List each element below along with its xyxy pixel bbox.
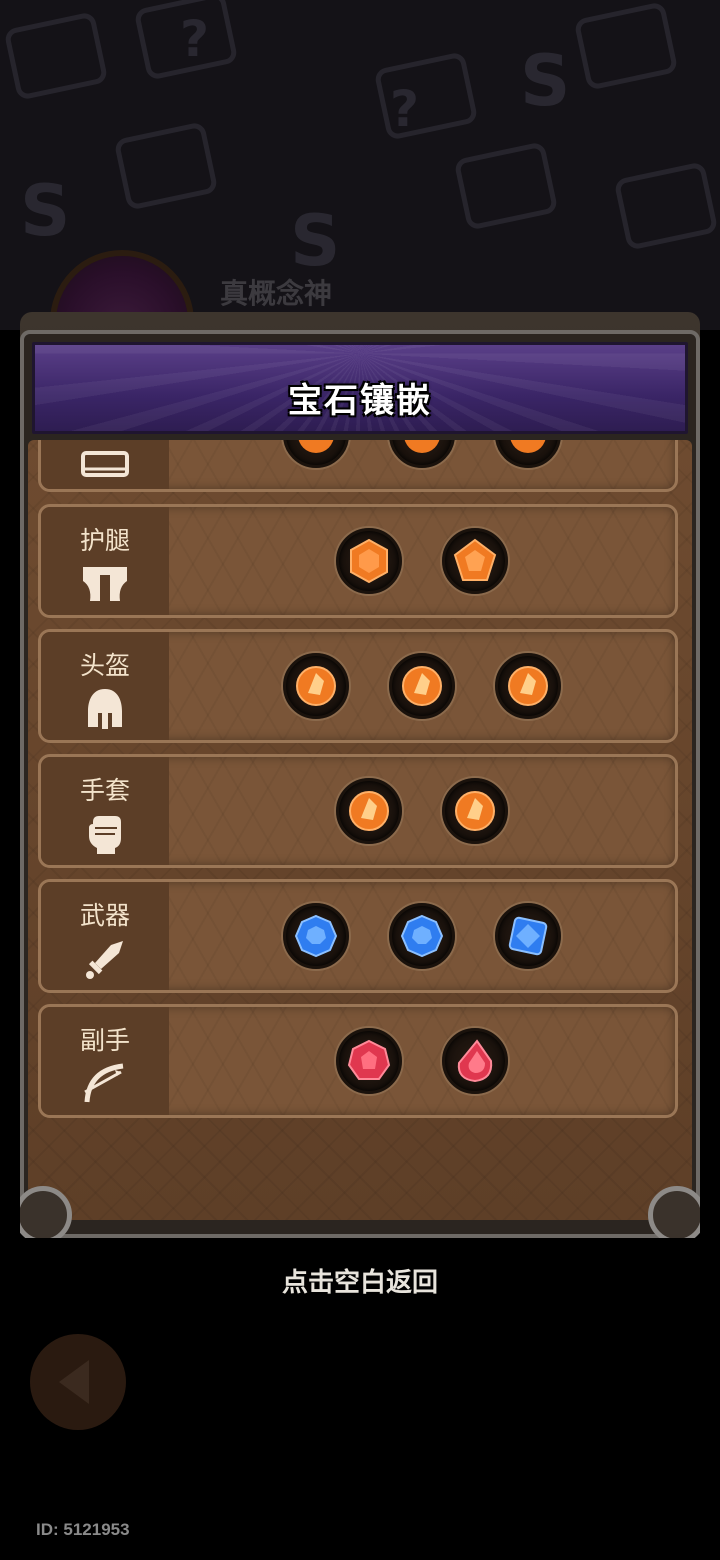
gem-slots [169, 757, 675, 865]
gem-slot-2[interactable] [442, 528, 508, 594]
dialog-title: 宝石镶嵌 [288, 381, 432, 421]
chest-decoration-icon [3, 11, 109, 101]
player-id: ID: 5121953 [36, 1520, 130, 1539]
dollar-decoration-icon: S [20, 170, 71, 252]
tap-to-return-hint[interactable]: 点击空白返回 [0, 1262, 720, 1299]
dollar-decoration-icon: S [290, 200, 341, 282]
chest-decoration-icon [453, 141, 559, 231]
gem-slot-2[interactable] [442, 778, 508, 844]
blue-round-gem-icon [400, 914, 444, 958]
equipment-name: 头盔 [79, 651, 130, 680]
gem-slot-3[interactable] [495, 903, 561, 969]
dollar-decoration-icon: S [520, 40, 571, 122]
gem-slot-2[interactable] [442, 1028, 508, 1094]
equipment-row-helmet[interactable]: 头盔 [38, 629, 678, 743]
dialog-header: 宝石镶嵌 [32, 342, 688, 434]
sword-icon [79, 936, 131, 982]
orange-pentagon-gem-icon [453, 538, 497, 581]
bow-icon [79, 1061, 131, 1107]
red-round-gem-icon [347, 1039, 391, 1080]
row-label-panel: 护腿 [41, 507, 169, 615]
equipment-row-weapon[interactable]: 武器 [38, 879, 678, 993]
gem-slot[interactable] [495, 440, 561, 468]
row-label-panel: 头盔 [41, 632, 169, 740]
gem-slot-2[interactable] [389, 653, 455, 719]
gem-inlay-dialog: 宝石镶嵌 护腿 头盔 手套 武器 副手 [20, 312, 700, 1238]
gem-slot-1[interactable] [283, 903, 349, 969]
equipment-row-chest[interactable] [38, 440, 678, 492]
gem-slots [169, 440, 675, 489]
orange-round-gem-icon [296, 666, 336, 706]
row-label-panel: 手套 [41, 757, 169, 865]
gem-slot-1[interactable] [336, 1028, 402, 1094]
chest-decoration-icon [113, 121, 219, 211]
orange-round-gem-icon [402, 666, 442, 706]
glove-icon [79, 811, 131, 857]
back-button[interactable] [30, 1334, 126, 1430]
back-arrow-icon [59, 1360, 89, 1404]
row-label-panel: 副手 [41, 1007, 169, 1115]
row-label-panel [41, 440, 169, 489]
blue-round-gem-icon [294, 914, 338, 958]
question-decoration-icon: ? [180, 10, 210, 68]
equipment-name: 手套 [79, 776, 130, 805]
gem-slots [169, 632, 675, 740]
equipment-row-legs[interactable]: 护腿 [38, 504, 678, 618]
helmet-icon [79, 686, 131, 732]
orange-hexagon-gem-icon [350, 538, 388, 584]
chest-decoration-icon [573, 1, 679, 91]
chest-decoration-icon [613, 161, 719, 251]
gem-slot-2[interactable] [389, 903, 455, 969]
gem-slot-1[interactable] [283, 653, 349, 719]
question-decoration-icon: ? [390, 80, 420, 138]
gem-slot-3[interactable] [495, 653, 561, 719]
row-label-panel: 武器 [41, 882, 169, 990]
gem-slots [169, 882, 675, 990]
background-scene: S S S ? ? 真概念神 [0, 0, 720, 330]
equipment-name: 副手 [79, 1026, 130, 1055]
red-teardrop-gem-icon [457, 1039, 493, 1083]
equipment-row-gloves[interactable]: 手套 [38, 754, 678, 868]
gem-slot-1[interactable] [336, 778, 402, 844]
player-name: 真概念神 [220, 277, 333, 310]
orange-round-gem-icon [455, 791, 495, 831]
equipment-name: 武器 [79, 901, 130, 930]
frame-corner-ornament [648, 1186, 700, 1238]
chest-armor-icon [79, 441, 131, 487]
gem-slots [169, 507, 675, 615]
gem-slots [169, 1007, 675, 1115]
frame-corner-ornament [20, 1186, 72, 1238]
equipment-row-offhand[interactable]: 副手 [38, 1004, 678, 1118]
equipment-list[interactable]: 护腿 头盔 手套 武器 副手 [28, 440, 692, 1220]
orange-round-gem-icon [508, 666, 548, 706]
gem-slot[interactable] [283, 440, 349, 468]
gem-slot-1[interactable] [336, 528, 402, 594]
blue-square-gem-icon [508, 916, 548, 956]
gem-slot[interactable] [389, 440, 455, 468]
orange-round-gem-icon [349, 791, 389, 831]
leg-armor-icon [79, 561, 131, 607]
equipment-name: 护腿 [79, 526, 130, 555]
